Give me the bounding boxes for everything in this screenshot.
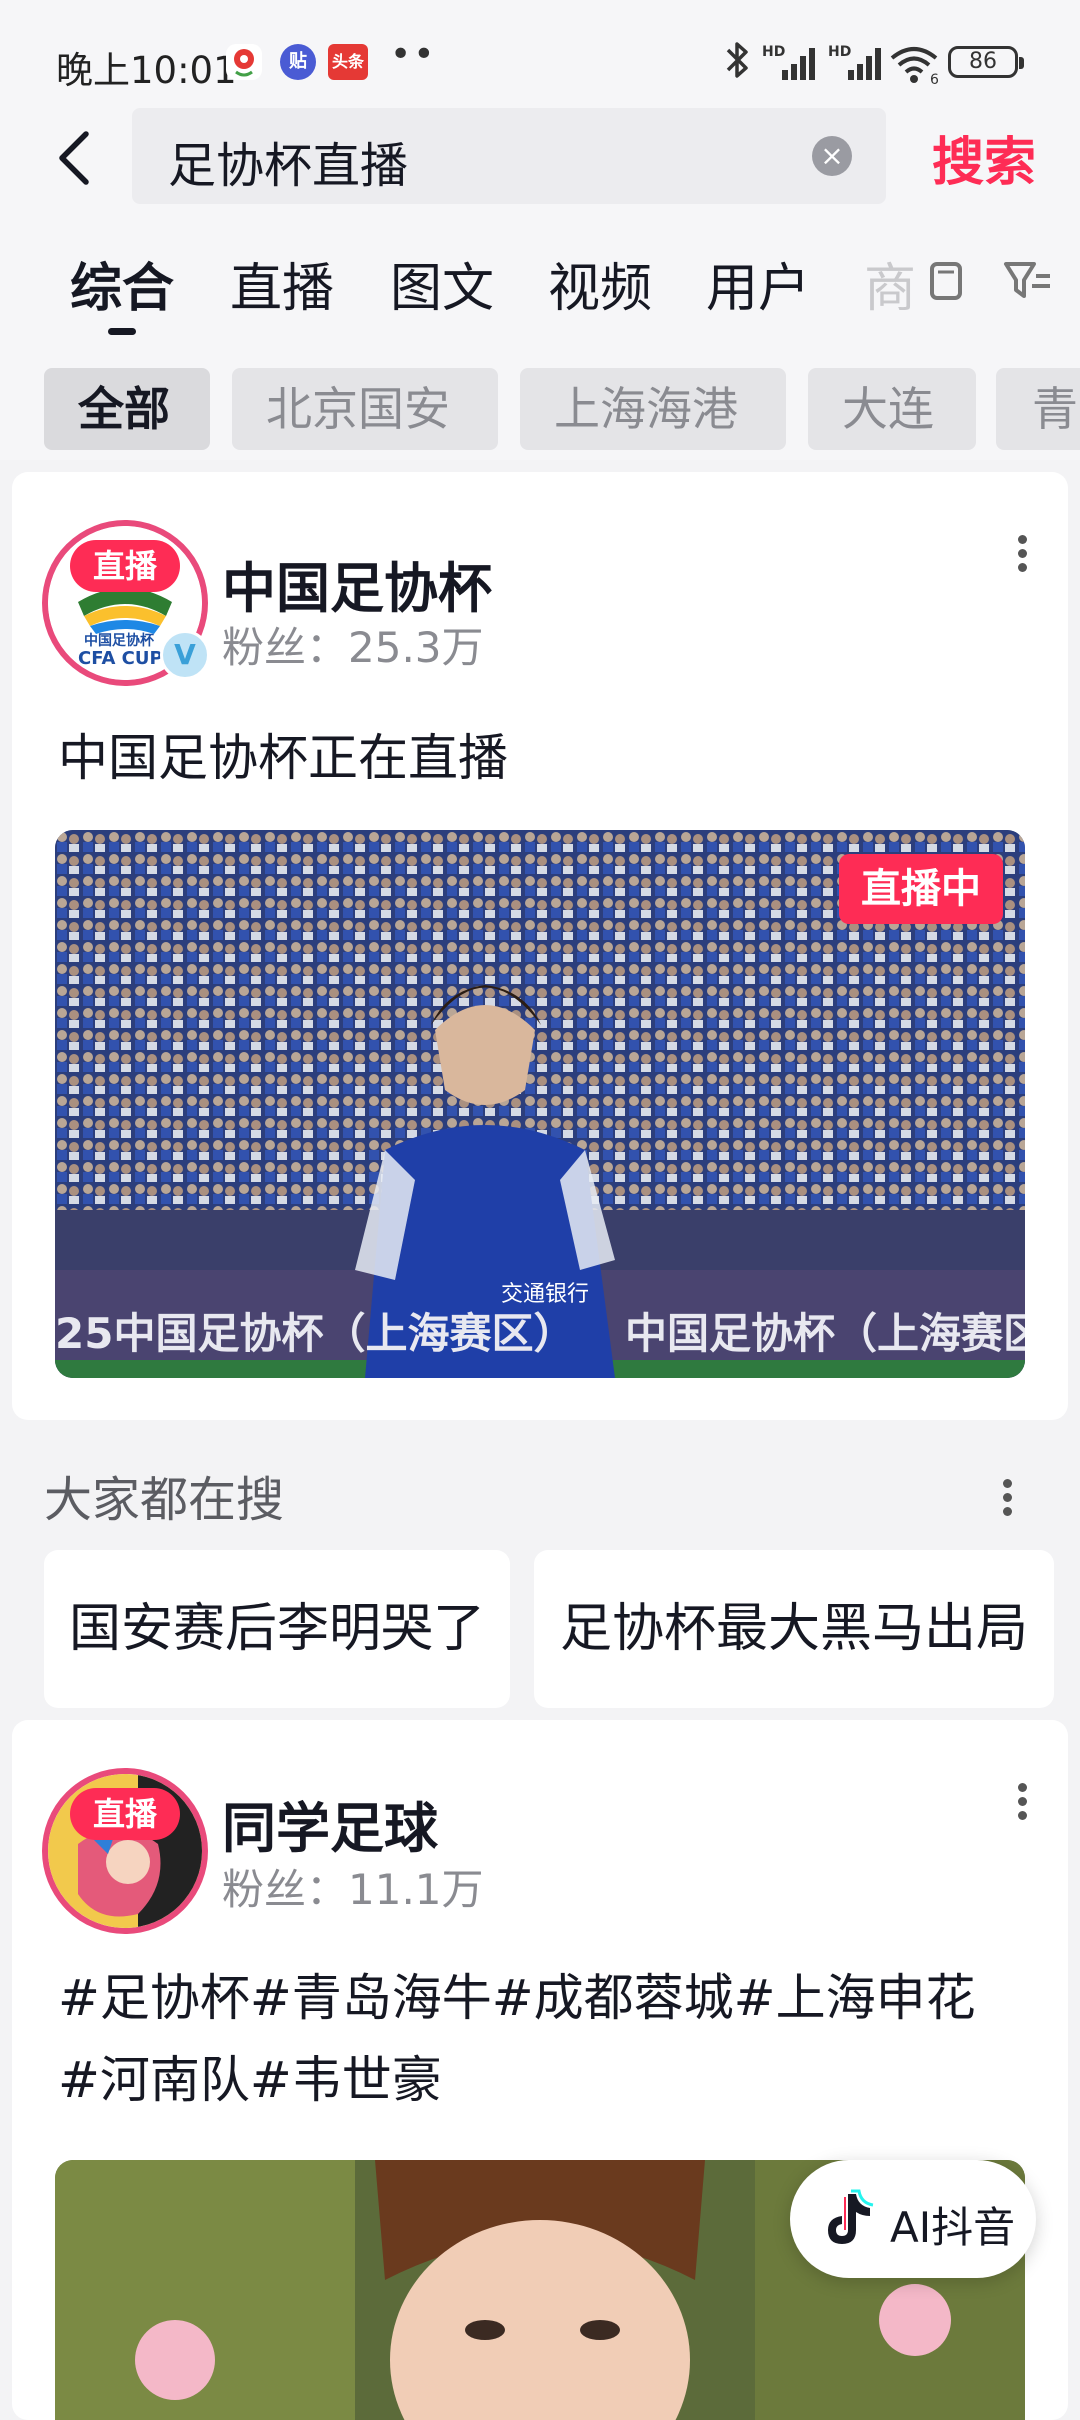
result-card-cfa[interactable]: 直播 中国足协杯 CFA CUP V 中国足协杯 粉丝：25.3万 中国足协杯正… <box>12 472 1068 1420</box>
verified-icon: V <box>160 630 210 680</box>
search-input[interactable]: 足协杯直播 × <box>132 108 886 204</box>
cell-signal-1-icon: HD <box>760 42 820 82</box>
chip-all[interactable]: 全部 <box>44 368 210 450</box>
filter-icon[interactable] <box>1000 250 1060 310</box>
chip-qingdao[interactable]: 青 <box>996 368 1080 450</box>
map-pin-app-icon <box>226 44 262 80</box>
bluetooth-icon <box>722 38 752 92</box>
ad-board-text-right: 中国足协杯（上海赛区） <box>625 1309 1025 1358</box>
jersey-sponsor-text: 交通银行 <box>501 1282 590 1307</box>
filter-chips: 全部 北京国安 上海海港 大连 青 <box>0 350 1080 460</box>
chip-dalian[interactable]: 大连 <box>808 368 976 450</box>
tab-users[interactable]: 用户 <box>706 246 810 321</box>
ad-board-text-left: 25中国足协杯（上海赛区） <box>55 1309 576 1358</box>
avatar-caption: 中国足协杯 <box>84 633 154 649</box>
post-hashtags-line-1[interactable]: #足协杯#青岛海牛#成都蓉城#上海申花 <box>58 1958 976 2038</box>
clear-search-icon[interactable]: × <box>812 136 852 176</box>
search-query-text: 足协杯直播 <box>168 138 409 194</box>
search-button[interactable]: 搜索 <box>932 120 1036 195</box>
toutiao-app-icon: 头条 <box>328 44 368 80</box>
expand-tabs-icon[interactable] <box>916 250 976 310</box>
svg-text:HD: HD <box>828 44 851 60</box>
trending-item[interactable]: 足协杯最大黑马出局 <box>534 1550 1054 1708</box>
ai-douyin-button[interactable]: AI抖音 <box>790 2160 1036 2278</box>
more-options-icon[interactable] <box>1018 530 1030 577</box>
live-stream-thumbnail[interactable]: 25中国足协杯（上海赛区） 中国足协杯（上海赛区） 交通银行 直播中 <box>55 830 1025 1378</box>
avatar-live-tag: 直播 <box>70 540 180 592</box>
douyin-logo-icon <box>828 2189 874 2244</box>
tab-image-text[interactable]: 图文 <box>390 246 494 321</box>
tab-products[interactable]: 商 <box>864 246 916 321</box>
battery-indicator: 86 <box>948 46 1024 78</box>
back-arrow-icon[interactable] <box>48 122 98 192</box>
tab-video[interactable]: 视频 <box>548 246 652 321</box>
fans-count: 粉丝：25.3万 <box>222 623 484 672</box>
status-time: 晚上10:01 <box>56 49 237 92</box>
wifi-icon: 6 <box>888 42 948 88</box>
chip-beijing-guoan[interactable]: 北京国安 <box>232 368 498 450</box>
avatar[interactable]: 直播 <box>42 1768 208 1934</box>
account-name[interactable]: 同学足球 <box>222 1784 438 1863</box>
tie-app-icon: 贴 <box>280 44 316 80</box>
tab-live[interactable]: 直播 <box>230 246 334 321</box>
svg-text:6: 6 <box>930 72 939 86</box>
post-title[interactable]: 中国足协杯正在直播 <box>58 718 508 798</box>
result-tabs: 综合 直播 图文 视频 用户 商 <box>0 210 1080 350</box>
active-tab-indicator <box>108 328 136 335</box>
search-header: 足协杯直播 × 搜索 <box>0 100 1080 210</box>
result-card-tongxue[interactable]: 直播 同学足球 粉丝：11.1万 #足协杯#青岛海牛#成都蓉城#上海申花 #河南… <box>12 1720 1068 2420</box>
trending-title: 大家都在搜 <box>44 1472 285 1528</box>
live-now-badge: 直播中 <box>839 854 1003 924</box>
avatar-caption-en: CFA CUP <box>78 648 163 669</box>
trending-more-icon[interactable] <box>1003 1474 1015 1521</box>
trending-item[interactable]: 国安赛后李明哭了 <box>44 1550 510 1708</box>
fans-count: 粉丝：11.1万 <box>222 1865 484 1914</box>
tab-comprehensive[interactable]: 综合 <box>70 246 174 321</box>
post-hashtags-line-2[interactable]: #河南队#韦世豪 <box>58 2040 442 2120</box>
more-options-icon[interactable] <box>1018 1778 1030 1825</box>
ai-douyin-label: AI抖音 <box>890 2203 1016 2252</box>
cell-signal-2-icon: HD <box>826 42 886 82</box>
avatar-live-tag: 直播 <box>70 1788 180 1840</box>
more-notifications-icon: •• <box>390 34 437 75</box>
chip-shanghai-port[interactable]: 上海海港 <box>520 368 786 450</box>
svg-text:HD: HD <box>762 44 785 60</box>
account-name[interactable]: 中国足协杯 <box>222 544 492 623</box>
